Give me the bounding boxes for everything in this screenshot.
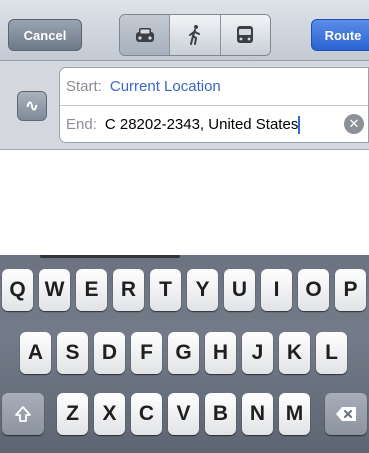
key[interactable]: Y (187, 269, 218, 311)
start-label: Start: (66, 78, 102, 95)
cancel-button[interactable]: Cancel (8, 19, 82, 51)
clear-icon[interactable]: ✕ (344, 114, 364, 134)
key[interactable]: F (131, 332, 162, 374)
key[interactable]: C (131, 393, 162, 435)
key[interactable]: Q (2, 269, 33, 311)
key[interactable]: I (261, 269, 292, 311)
text-cursor (298, 115, 301, 134)
shift-icon (15, 406, 31, 422)
key[interactable]: X (94, 393, 125, 435)
navigation-bar: Cancel Route (0, 0, 369, 61)
key[interactable]: M (279, 393, 310, 435)
car-icon (135, 28, 154, 42)
bus-icon (237, 26, 254, 43)
key[interactable]: R (113, 269, 144, 311)
key[interactable]: L (316, 332, 347, 374)
end-value: C 28202-2343, United States (104, 116, 299, 133)
key[interactable]: G (168, 332, 199, 374)
route-fields: Start: Current Location End: C 28202-234… (59, 67, 369, 143)
mode-walk[interactable] (169, 15, 220, 55)
key[interactable]: A (20, 332, 51, 374)
end-label: End: (66, 116, 97, 133)
start-field[interactable]: Start: Current Location (60, 68, 368, 106)
key[interactable]: D (94, 332, 125, 374)
key[interactable]: H (205, 332, 236, 374)
end-field[interactable]: End: C 28202-2343, United States ✕ (60, 106, 368, 143)
mode-transit[interactable] (219, 15, 270, 55)
key[interactable]: S (57, 332, 88, 374)
key[interactable]: T (150, 269, 181, 311)
key[interactable]: V (168, 393, 199, 435)
keyboard-top-edge (40, 255, 180, 258)
key[interactable]: E (76, 269, 107, 311)
delete-key[interactable] (325, 393, 367, 435)
mode-drive[interactable] (120, 15, 170, 55)
key[interactable]: J (242, 332, 273, 374)
keyboard: Q W E R T Y U I O P A S D F G H J K L Z … (0, 255, 369, 453)
start-value: Current Location (109, 78, 221, 95)
swap-icon[interactable]: ∿ (17, 91, 47, 121)
walk-icon (188, 25, 200, 45)
route-button[interactable]: Route (311, 19, 369, 51)
route-fields-panel: ∿ Start: Current Location End: C 28202-2… (0, 61, 369, 150)
shift-key[interactable] (2, 393, 44, 435)
key[interactable]: N (242, 393, 273, 435)
key[interactable]: B (205, 393, 236, 435)
key[interactable]: P (335, 269, 366, 311)
transport-mode-segmented-control (119, 14, 271, 56)
key[interactable]: Z (57, 393, 88, 435)
delete-icon (336, 407, 356, 421)
key[interactable]: W (39, 269, 70, 311)
key[interactable]: U (224, 269, 255, 311)
key[interactable]: O (298, 269, 329, 311)
key[interactable]: K (279, 332, 310, 374)
